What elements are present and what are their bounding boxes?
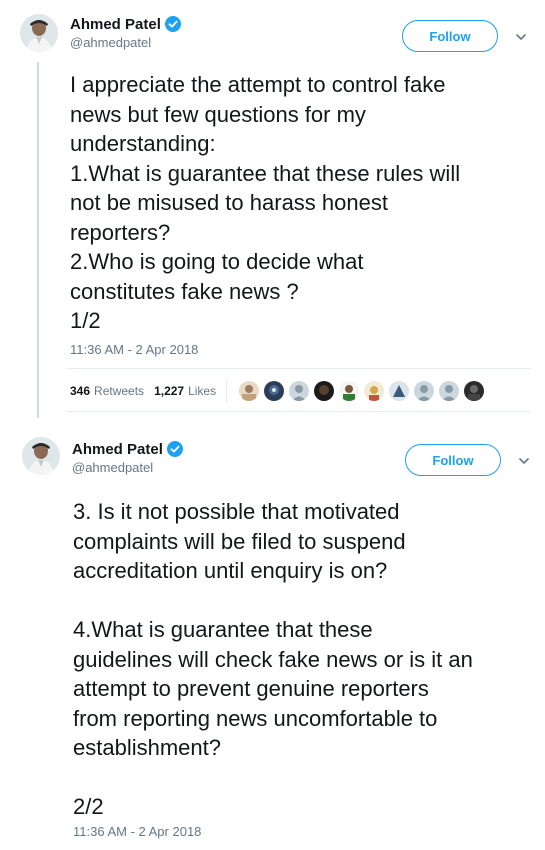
display-name[interactable]: Ahmed Patel bbox=[72, 441, 163, 458]
thread-line bbox=[37, 62, 39, 418]
divider bbox=[66, 411, 531, 412]
follow-button[interactable]: Follow bbox=[405, 444, 501, 476]
liker-avatar[interactable] bbox=[314, 381, 335, 401]
tweet-text: 3. Is it not possible that motivated com… bbox=[73, 499, 473, 819]
author-block[interactable]: Ahmed Patel @ahmedpatel bbox=[70, 14, 181, 50]
handle[interactable]: @ahmedpatel bbox=[70, 35, 181, 50]
like-label[interactable]: Likes bbox=[188, 384, 216, 398]
liker-avatars bbox=[239, 381, 489, 401]
chevron-down-icon[interactable] bbox=[517, 454, 531, 468]
liker-avatar[interactable] bbox=[264, 381, 285, 401]
avatar[interactable] bbox=[22, 437, 60, 475]
retweet-label[interactable]: Retweets bbox=[94, 384, 144, 398]
retweet-count[interactable]: 346 bbox=[70, 384, 90, 398]
liker-avatar[interactable] bbox=[339, 381, 360, 401]
liker-avatar[interactable] bbox=[464, 381, 485, 401]
handle[interactable]: @ahmedpatel bbox=[72, 460, 183, 475]
liker-avatar[interactable] bbox=[439, 381, 460, 401]
author-block[interactable]: Ahmed Patel @ahmedpatel bbox=[72, 439, 183, 475]
divider bbox=[66, 368, 531, 369]
display-name[interactable]: Ahmed Patel bbox=[70, 16, 161, 33]
tweet-2: Ahmed Patel @ahmedpatel Follow 3. Is it … bbox=[0, 425, 545, 850]
tweet-stats: 346 Retweets 1,227 Likes bbox=[70, 379, 489, 403]
timestamp[interactable]: 11:36 AM - 2 Apr 2018 bbox=[73, 824, 201, 839]
verified-badge-icon bbox=[166, 441, 183, 457]
follow-button[interactable]: Follow bbox=[402, 20, 498, 52]
liker-avatar[interactable] bbox=[389, 381, 410, 401]
liker-avatar[interactable] bbox=[364, 381, 385, 401]
liker-avatar[interactable] bbox=[239, 381, 260, 401]
stats-separator bbox=[226, 379, 228, 403]
tweet-text: I appreciate the attempt to control fake… bbox=[70, 72, 461, 333]
tweet-1: Ahmed Patel @ahmedpatel Follow I appreci… bbox=[0, 0, 545, 420]
liker-avatar[interactable] bbox=[289, 381, 310, 401]
timestamp[interactable]: 11:36 AM - 2 Apr 2018 bbox=[70, 342, 198, 357]
verified-badge-icon bbox=[164, 16, 181, 32]
chevron-down-icon[interactable] bbox=[514, 30, 528, 44]
liker-avatar[interactable] bbox=[414, 381, 435, 401]
avatar[interactable] bbox=[20, 14, 58, 52]
like-count[interactable]: 1,227 bbox=[154, 384, 184, 398]
